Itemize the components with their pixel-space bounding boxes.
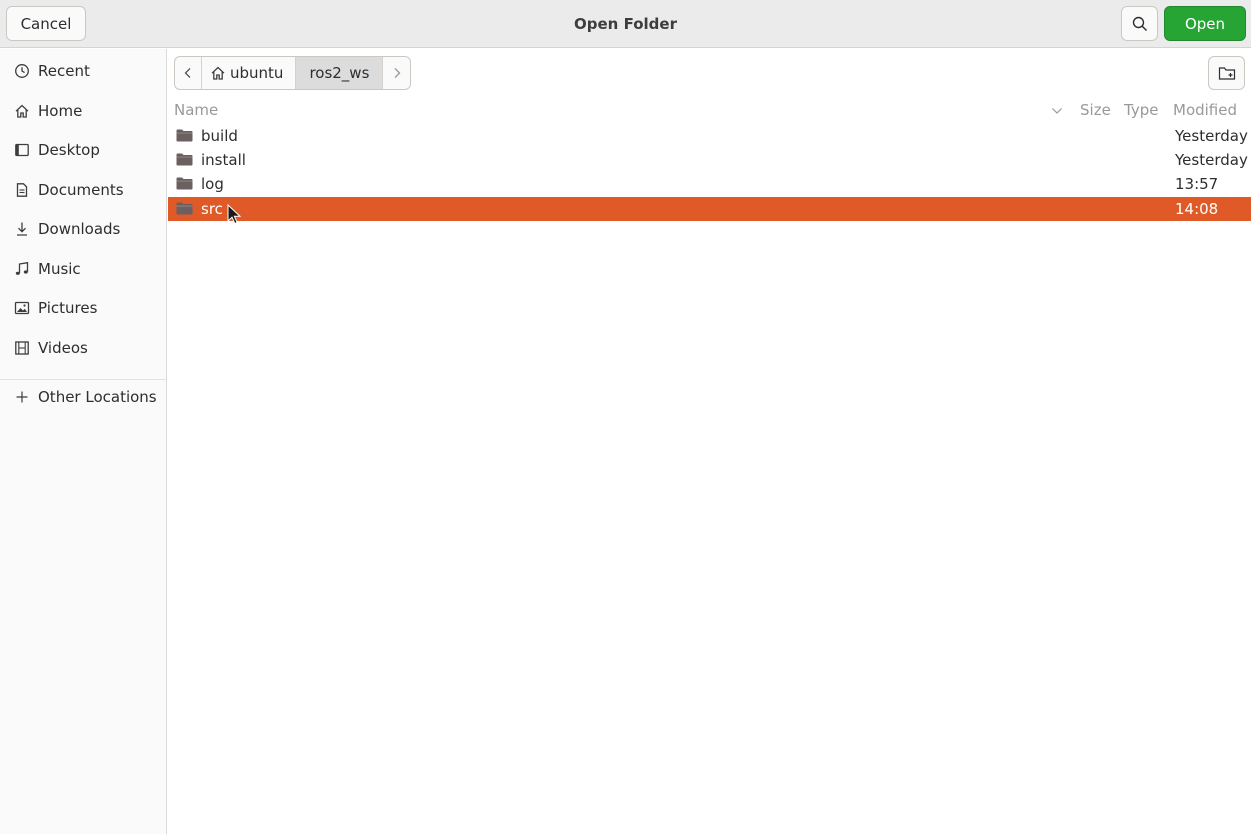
download-icon: [13, 220, 31, 238]
sidebar-item-home[interactable]: Home: [0, 93, 166, 129]
sidebar-item-other-locations[interactable]: Other Locations: [0, 379, 166, 415]
folder-icon: [176, 129, 193, 142]
sidebar-item-label: Videos: [38, 339, 88, 357]
sidebar-item-music[interactable]: Music: [0, 251, 166, 287]
file-row[interactable]: install Yesterday: [168, 148, 1251, 172]
column-header-modified[interactable]: Modified: [1173, 101, 1237, 119]
folder-icon: [176, 202, 193, 215]
folder-icon: [176, 153, 193, 166]
video-icon: [13, 339, 31, 357]
picture-icon: [13, 299, 31, 317]
column-header-size[interactable]: Size: [1080, 101, 1111, 119]
document-icon: [13, 181, 31, 199]
search-button[interactable]: [1121, 6, 1158, 41]
mouse-pointer-icon: [227, 204, 241, 225]
sidebar-item-videos[interactable]: Videos: [0, 330, 166, 366]
clock-icon: [13, 62, 31, 80]
sidebar-item-label: Recent: [38, 62, 90, 80]
sidebar-item-desktop[interactable]: Desktop: [0, 132, 166, 168]
chevron-down-icon[interactable]: [1051, 107, 1063, 115]
file-modified: 14:08: [1175, 200, 1219, 218]
path-forward-button[interactable]: [383, 57, 410, 89]
home-icon: [13, 102, 31, 120]
column-header-type[interactable]: Type: [1124, 101, 1158, 119]
sidebar-item-downloads[interactable]: Downloads: [0, 211, 166, 247]
new-folder-button[interactable]: [1208, 56, 1245, 90]
column-header-name[interactable]: Name: [174, 101, 218, 119]
search-icon: [1132, 16, 1147, 31]
sidebar-item-label: Home: [38, 102, 83, 120]
cancel-button[interactable]: Cancel: [6, 6, 86, 41]
sidebar-item-label: Documents: [38, 181, 124, 199]
file-modified: Yesterday: [1175, 127, 1248, 145]
sidebar-item-recent[interactable]: Recent: [0, 53, 166, 89]
file-modified: 13:57: [1175, 175, 1219, 193]
path-bar: ubuntu ros2_ws: [174, 56, 412, 90]
file-name: build: [201, 127, 238, 145]
path-segment-home[interactable]: ubuntu: [202, 57, 297, 89]
file-name: install: [201, 151, 246, 169]
plus-icon: [13, 388, 31, 406]
sidebar-item-documents[interactable]: Documents: [0, 172, 166, 208]
header-bar: Cancel Open Folder Open: [0, 0, 1251, 48]
new-folder-icon: [1218, 67, 1235, 80]
path-segment-current[interactable]: ros2_ws: [296, 57, 384, 89]
places-sidebar: Recent Home Desktop Documents Downloads: [0, 49, 167, 834]
file-name: src: [201, 200, 223, 218]
open-button[interactable]: Open: [1164, 6, 1246, 41]
file-row-selected[interactable]: src 14:08: [168, 197, 1251, 221]
file-modified: Yesterday: [1175, 151, 1248, 169]
folder-icon: [176, 177, 193, 190]
sidebar-item-label: Desktop: [38, 141, 100, 159]
music-icon: [13, 260, 31, 278]
sidebar-item-label: Downloads: [38, 220, 121, 238]
desktop-icon: [13, 141, 31, 159]
sidebar-item-label: Other Locations: [38, 388, 157, 406]
sidebar-item-pictures[interactable]: Pictures: [0, 290, 166, 326]
file-row[interactable]: log 13:57: [168, 172, 1251, 196]
file-row[interactable]: build Yesterday: [168, 124, 1251, 148]
path-segment-label: ubuntu: [230, 64, 284, 82]
chevron-right-icon: [394, 68, 401, 78]
path-back-button[interactable]: [175, 57, 202, 89]
file-chooser-dialog: Cancel Open Folder Open Recent Home Desk…: [0, 0, 1251, 834]
sidebar-item-label: Pictures: [38, 299, 98, 317]
file-name: log: [201, 175, 224, 193]
dialog-title: Open Folder: [574, 15, 677, 33]
home-icon: [211, 66, 225, 80]
chevron-left-icon: [184, 68, 191, 78]
list-header: Name Size Type Modified: [168, 97, 1251, 123]
sidebar-item-label: Music: [38, 260, 81, 278]
